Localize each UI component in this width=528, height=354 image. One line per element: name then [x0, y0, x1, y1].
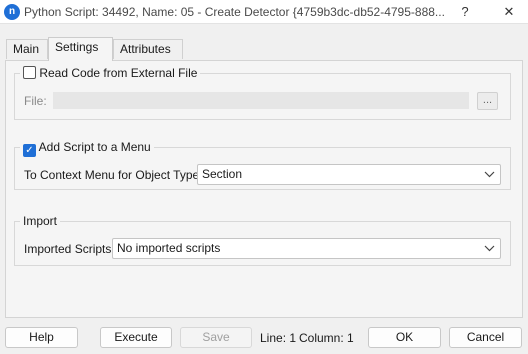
menu-legend: ✓ Add Script to a Menu: [20, 140, 154, 157]
tab-main[interactable]: Main: [6, 39, 48, 59]
add-to-menu-label: Add Script to a Menu: [38, 140, 151, 154]
title-bar: n Python Script: 34492, Name: 05 - Creat…: [0, 0, 528, 24]
window-title: Python Script: 34492, Name: 05 - Create …: [24, 5, 445, 19]
execute-button[interactable]: Execute: [100, 327, 172, 348]
read-external-file-label: Read Code from External File: [39, 66, 198, 80]
column-indicator: Column: 1: [299, 331, 354, 345]
close-icon[interactable]: ✕: [500, 3, 518, 21]
imported-scripts-value: No imported scripts: [117, 241, 221, 255]
file-path-input: [53, 92, 469, 109]
tab-attributes[interactable]: Attributes: [113, 39, 183, 59]
object-type-select[interactable]: Section: [197, 164, 501, 185]
object-type-value: Section: [202, 167, 243, 181]
external-file-legend: Read Code from External File: [20, 66, 201, 80]
help-button[interactable]: Help: [5, 327, 78, 348]
chevron-down-icon: [484, 239, 495, 265]
read-external-file-checkbox[interactable]: [23, 66, 36, 79]
browse-button: ...: [477, 92, 498, 110]
help-icon[interactable]: ?: [458, 3, 472, 21]
file-label: File:: [24, 94, 47, 108]
tab-settings[interactable]: Settings: [48, 37, 113, 61]
chevron-down-icon: [484, 165, 495, 191]
imported-scripts-label: Imported Scripts:: [24, 242, 115, 256]
cancel-button[interactable]: Cancel: [449, 327, 522, 348]
ok-button[interactable]: OK: [368, 327, 441, 348]
line-indicator: Line: 1: [260, 331, 297, 345]
context-menu-label: To Context Menu for Object Type:: [24, 168, 203, 182]
add-to-menu-checkbox[interactable]: ✓: [23, 144, 36, 157]
app-icon: n: [4, 4, 20, 20]
save-button[interactable]: Save: [180, 327, 252, 348]
import-legend: Import: [20, 214, 61, 228]
imported-scripts-select[interactable]: No imported scripts: [112, 238, 501, 259]
